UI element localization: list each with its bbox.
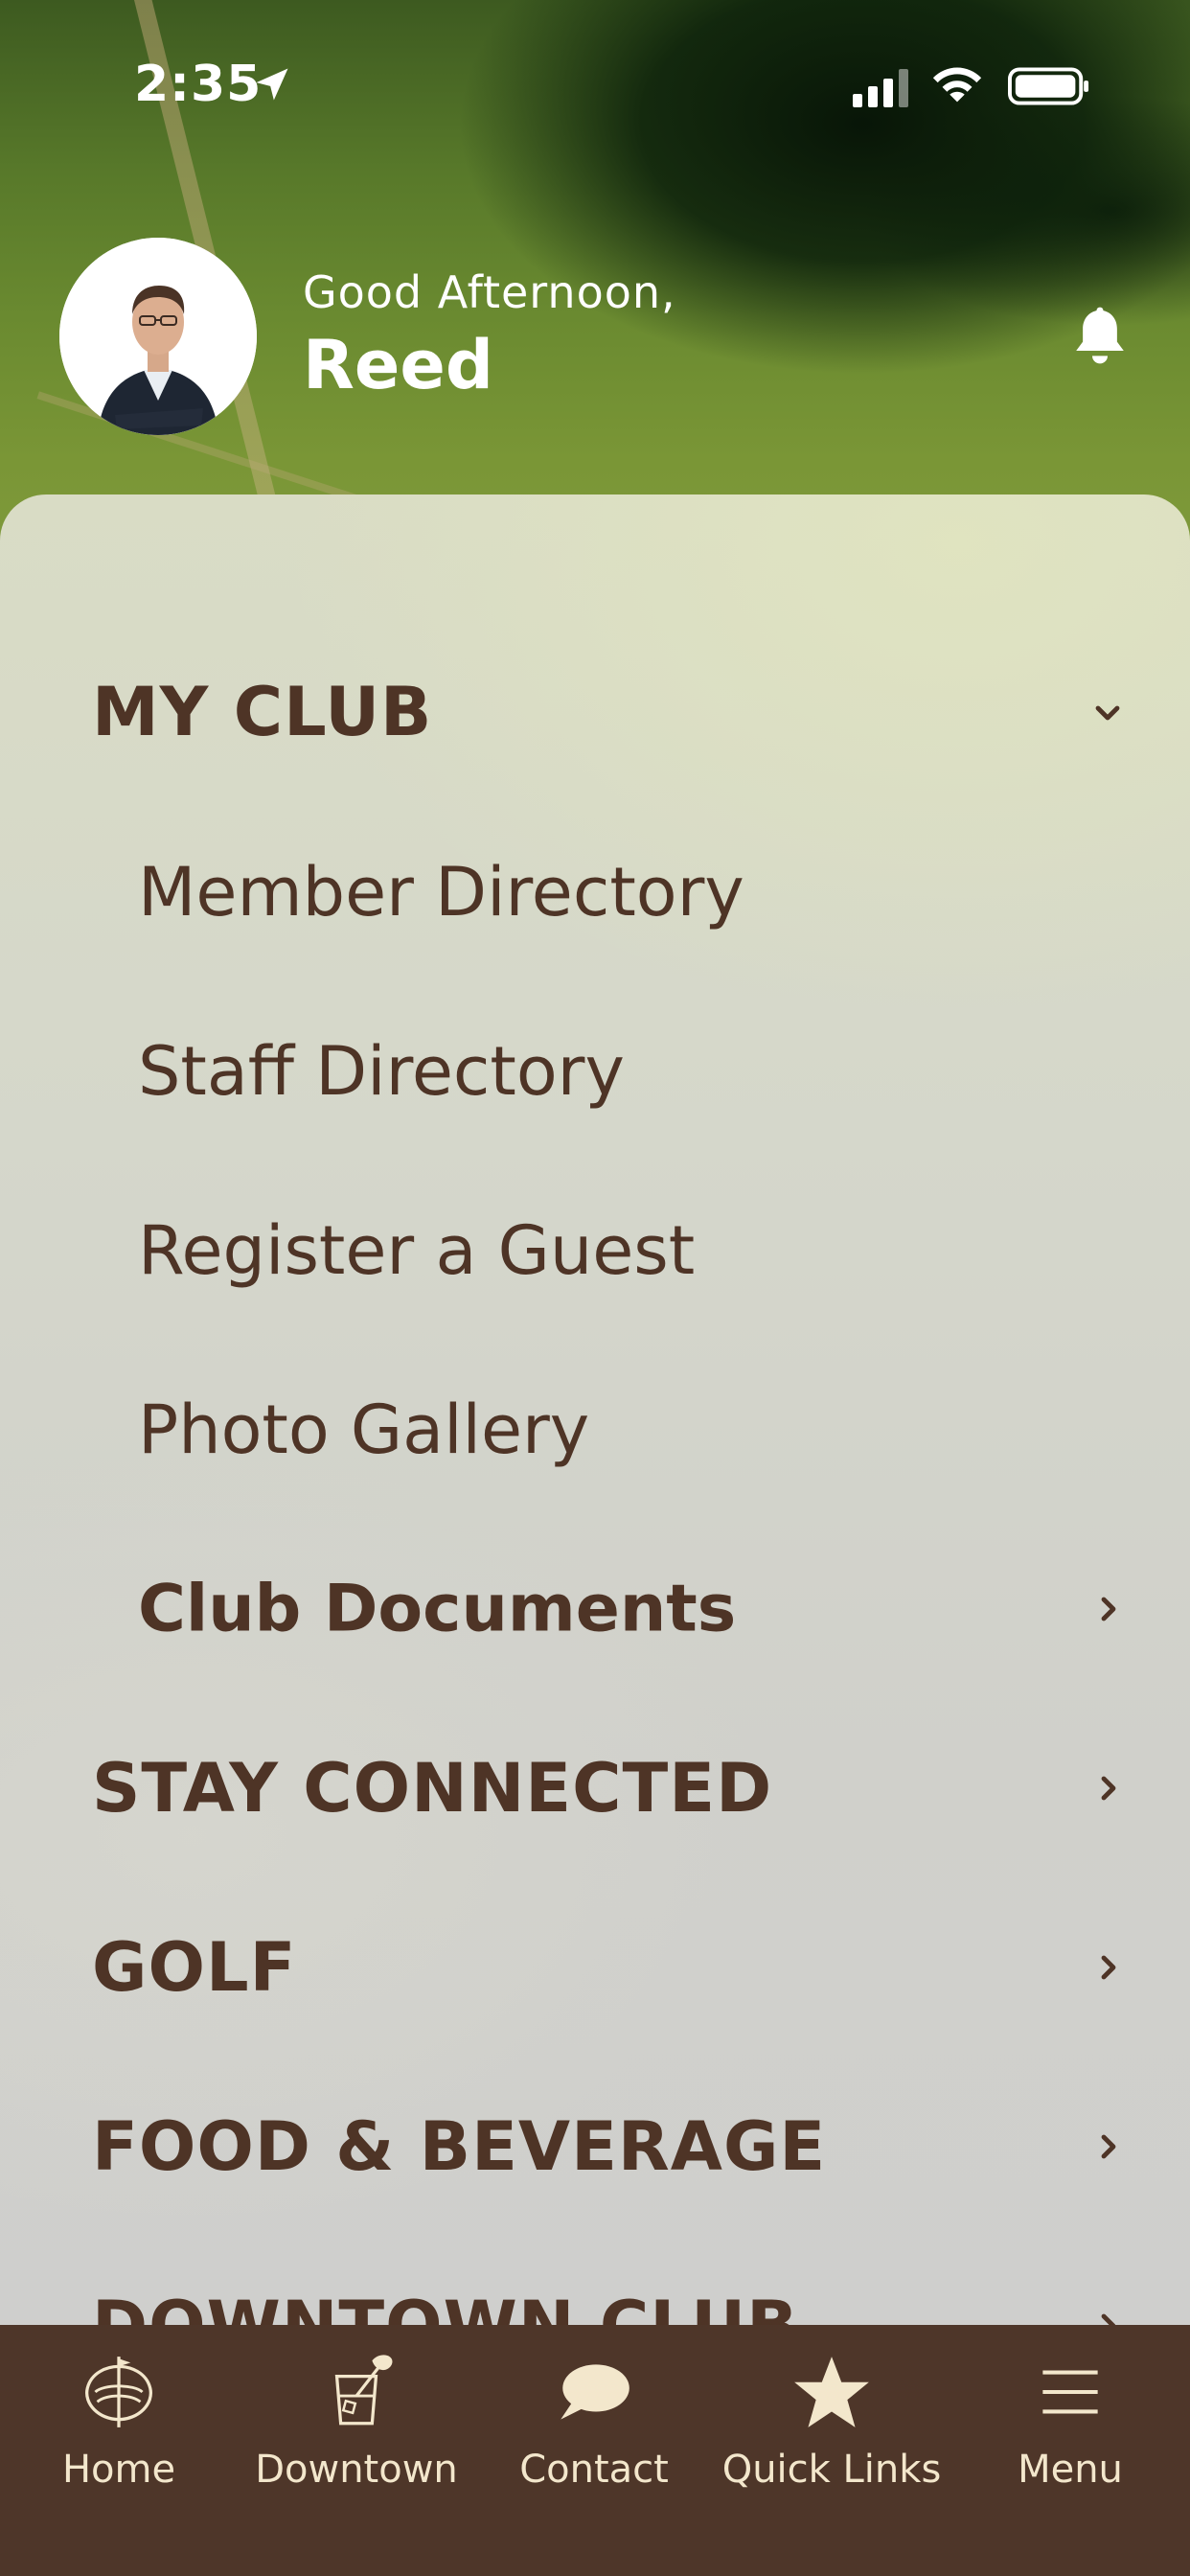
menu-item-label: Register a Guest xyxy=(138,1211,696,1290)
avatar[interactable] xyxy=(59,238,257,435)
tab-label: Downtown xyxy=(255,2448,458,2492)
tab-label: Menu xyxy=(1018,2448,1123,2492)
menu-item-register-guest[interactable]: Register a Guest xyxy=(0,1169,1190,1332)
chevron-right-icon xyxy=(1101,1597,1116,1622)
section-label: MY CLUB xyxy=(92,673,433,751)
menu-item-label: Staff Directory xyxy=(138,1032,625,1111)
section-stay-connected[interactable]: STAY CONNECTED xyxy=(0,1707,1190,1870)
chevron-right-icon xyxy=(1101,2313,1116,2325)
menu-item-club-documents[interactable]: Club Documents xyxy=(0,1528,1190,1690)
menu-item-label: Photo Gallery xyxy=(138,1391,590,1469)
tab-quick-links[interactable]: Quick Links xyxy=(713,2325,950,2517)
tab-bar: Home Downtown Contact Quick Links Menu xyxy=(0,2325,1190,2576)
chevron-down-icon xyxy=(1095,705,1120,721)
chevron-right-icon xyxy=(1101,2134,1116,2159)
chevron-right-icon xyxy=(1101,1955,1116,1980)
menu-item-photo-gallery[interactable]: Photo Gallery xyxy=(0,1348,1190,1511)
section-food-beverage[interactable]: FOOD & BEVERAGE xyxy=(0,2065,1190,2228)
profile-photo xyxy=(59,238,257,435)
chevron-right-icon xyxy=(1101,1776,1116,1801)
tab-downtown[interactable]: Downtown xyxy=(238,2325,475,2517)
section-label: FOOD & BEVERAGE xyxy=(92,2107,827,2186)
menu-item-staff-directory[interactable]: Staff Directory xyxy=(0,990,1190,1153)
section-label: DOWNTOWN CLUB xyxy=(92,2287,799,2325)
tab-label: Contact xyxy=(519,2448,669,2492)
tab-label: Quick Links xyxy=(721,2448,942,2492)
section-golf[interactable]: GOLF xyxy=(0,1886,1190,2049)
section-label: STAY CONNECTED xyxy=(92,1749,773,1828)
cocktail-glass-icon xyxy=(334,2355,393,2426)
status-time: 2:35 xyxy=(134,56,263,113)
section-my-club[interactable]: MY CLUB xyxy=(0,631,1190,794)
hamburger-menu-icon xyxy=(1042,2370,1098,2414)
tab-menu[interactable]: Menu xyxy=(950,2325,1190,2517)
section-label: GOLF xyxy=(92,1928,297,2007)
status-bar: 2:35 xyxy=(0,0,1190,172)
tab-contact[interactable]: Contact xyxy=(475,2325,713,2517)
greeting-text: Good Afternoon, xyxy=(303,266,676,318)
tab-label: Home xyxy=(61,2448,176,2492)
notification-bell-icon[interactable] xyxy=(1069,301,1131,370)
star-icon xyxy=(794,2357,869,2427)
club-crest-icon xyxy=(85,2357,152,2427)
wifi-icon xyxy=(932,67,982,103)
chat-bubble-icon xyxy=(561,2364,629,2420)
menu-item-label: Club Documents xyxy=(138,1571,737,1647)
menu-panel: MY CLUB Member Directory Staff Directory… xyxy=(0,494,1190,2325)
location-arrow-icon xyxy=(256,68,288,101)
user-name: Reed xyxy=(303,326,493,404)
battery-icon xyxy=(1008,67,1089,105)
menu-item-label: Member Directory xyxy=(138,853,744,932)
tab-home[interactable]: Home xyxy=(0,2325,238,2517)
section-downtown-club[interactable]: DOWNTOWN CLUB xyxy=(0,2244,1190,2325)
menu-item-member-directory[interactable]: Member Directory xyxy=(0,811,1190,974)
cellular-signal-icon xyxy=(853,69,908,107)
